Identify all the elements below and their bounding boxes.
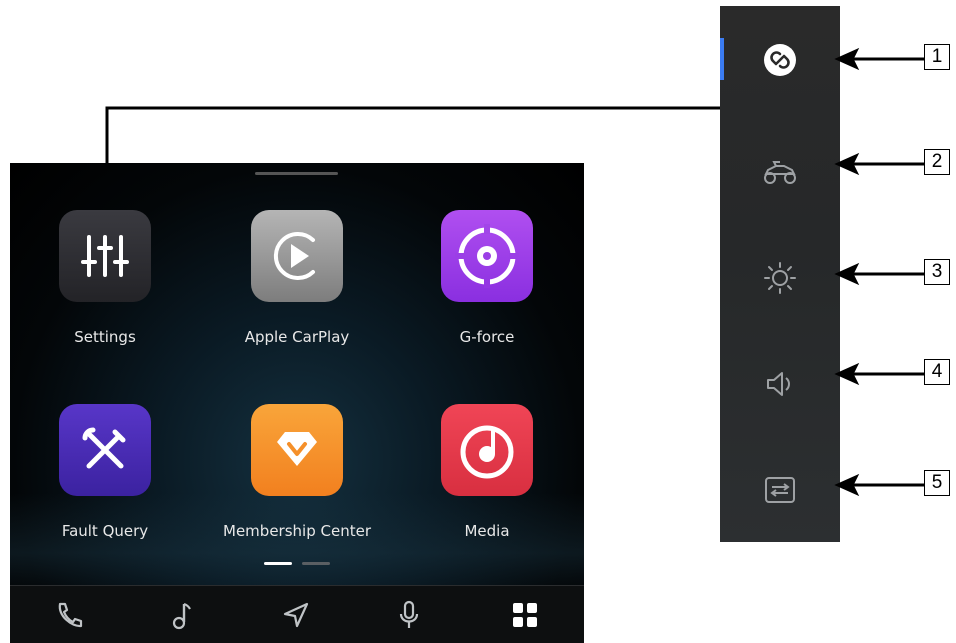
sidebar-item-connection[interactable] [720,6,840,112]
app-settings[interactable]: Settings [25,210,185,346]
page-dot[interactable] [302,562,330,565]
app-media[interactable]: Media [407,404,567,540]
app-label: Settings [74,328,136,346]
quick-sidebar [720,6,840,542]
phone-icon[interactable] [52,598,86,632]
app-label: G-force [459,328,515,346]
app-label: Fault Query [61,522,149,540]
app-membership-center[interactable]: Membership Center [217,404,377,540]
music-note-icon[interactable] [165,598,199,632]
navigation-icon[interactable] [279,598,313,632]
gforce-target-icon [441,210,533,302]
app-label: Media [464,522,510,540]
app-apple-carplay[interactable]: Apple CarPlay [217,210,377,346]
bottom-dock [10,585,584,643]
pull-down-handle[interactable] [255,172,338,175]
wrench-screwdriver-icon [59,404,151,496]
app-label: Membership Center [223,522,371,540]
sidebar-item-brightness[interactable] [720,218,840,324]
app-label: Apple CarPlay [244,328,350,346]
link-icon [764,44,796,76]
settings-toggle-icon [765,477,795,503]
sliders-icon [59,210,151,302]
callout-label-5: 5 [924,470,950,496]
sidebar-item-settings[interactable] [720,430,840,536]
callout-label-2: 2 [924,149,950,175]
app-fault-query[interactable]: Fault Query [25,404,185,540]
volume-icon [767,372,790,396]
app-g-force[interactable]: G-force [407,210,567,346]
carplay-icon [251,210,343,302]
sidebar-item-vehicle[interactable] [720,112,840,218]
brightness-icon [764,262,796,294]
home-screen: Settings Apple CarPlay G-force Fault Que… [10,163,584,643]
page-dot-active[interactable] [264,562,292,565]
sidebar-item-volume[interactable] [720,324,840,430]
diamond-icon [251,404,343,496]
music-disc-icon [441,404,533,496]
microphone-icon[interactable] [392,598,426,632]
callout-label-3: 3 [924,259,950,285]
callout-label-1: 1 [924,44,950,70]
motorcycle-atv-icon [764,161,796,184]
app-grid-icon[interactable] [508,598,542,632]
callout-label-4: 4 [924,359,950,385]
